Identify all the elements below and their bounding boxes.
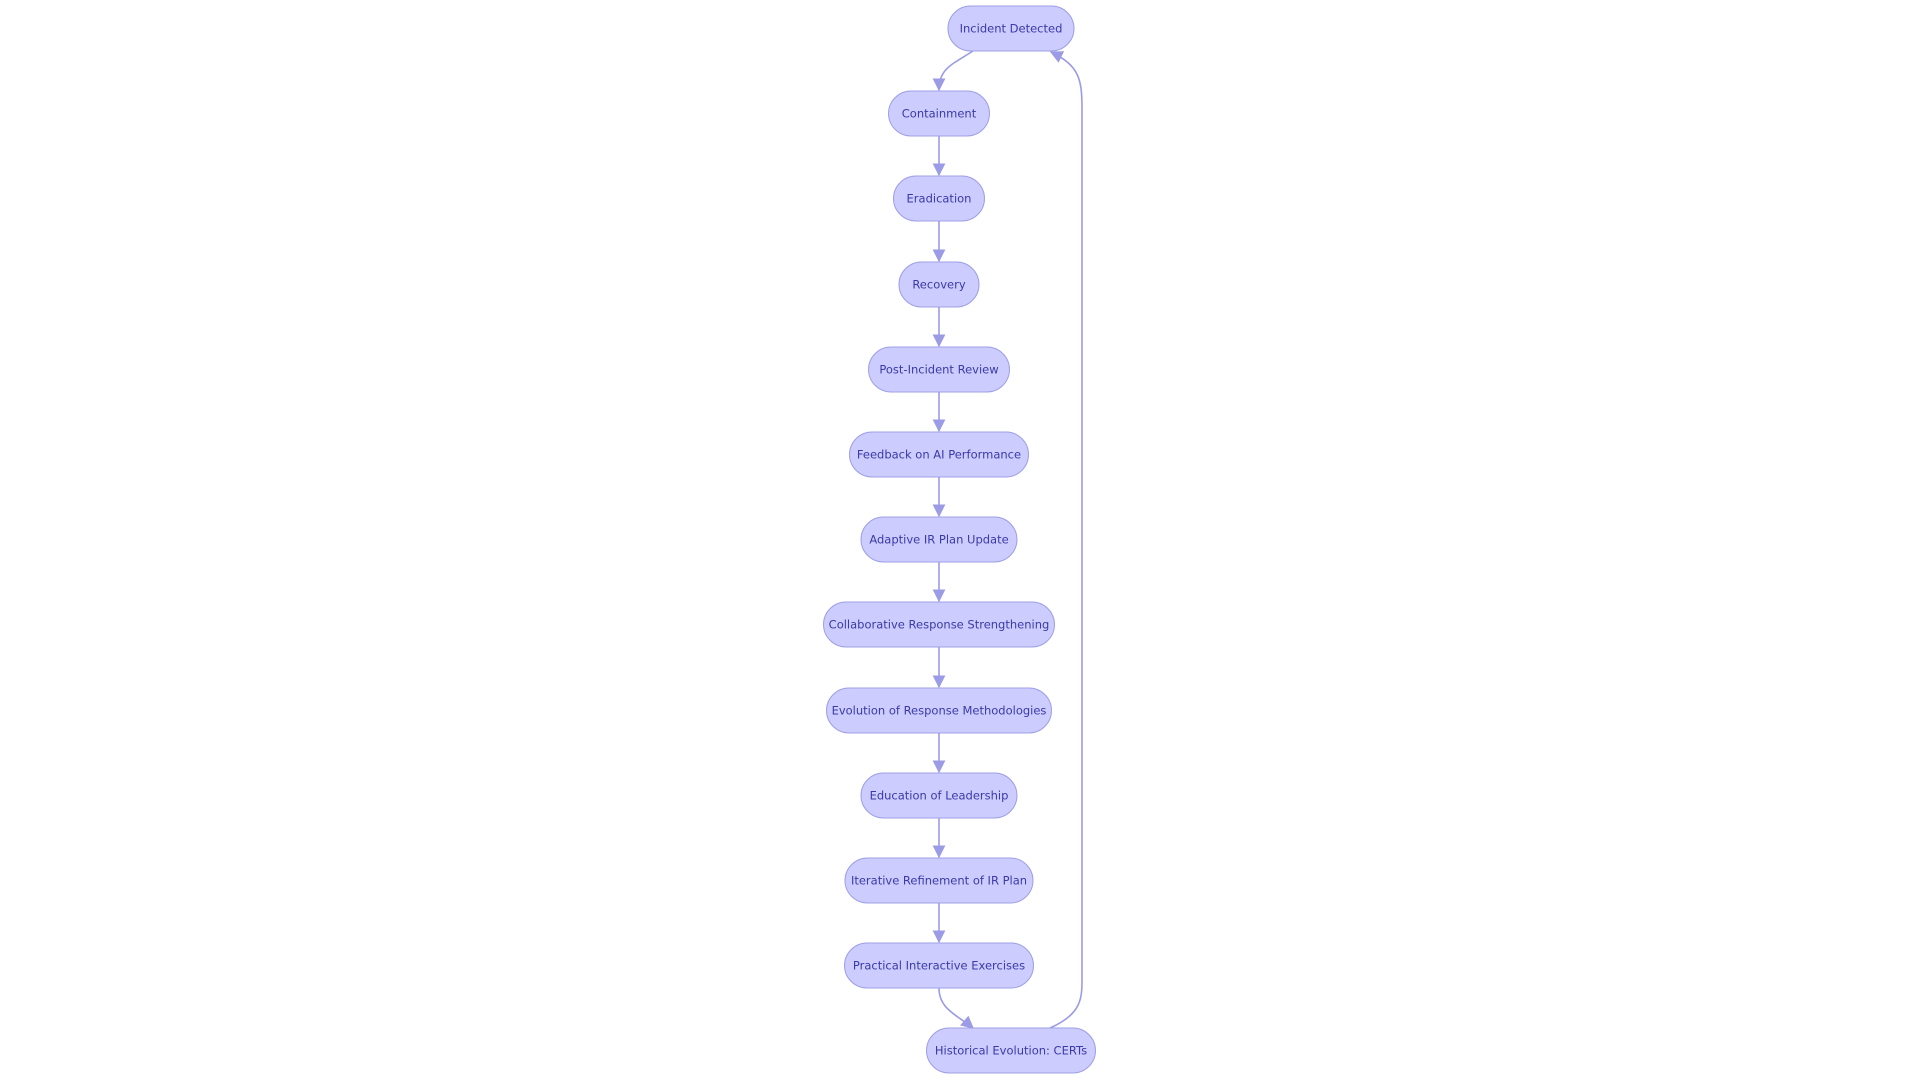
node-label: Historical Evolution: CERTs [935,1044,1087,1058]
node-containment: Containment [888,90,990,137]
node-adaptive-ir-plan-update: Adaptive IR Plan Update [860,516,1018,563]
node-label: Eradication [907,192,972,206]
node-label: Containment [902,107,977,121]
node-post-incident-review: Post-Incident Review [868,346,1010,393]
node-label: Evolution of Response Methodologies [832,704,1047,718]
edge-L-M [938,987,974,1029]
node-collaborative-response-strengthening: Collaborative Response Strengthening [823,601,1055,648]
node-label: Feedback on AI Performance [857,448,1021,462]
node-label: Collaborative Response Strengthening [829,618,1050,632]
node-practical-interactive-exercises: Practical Interactive Exercises [844,942,1034,989]
node-evolution-of-response-methodologies: Evolution of Response Methodologies [826,687,1052,734]
node-label: Recovery [912,278,966,292]
node-feedback-on-ai-performance: Feedback on AI Performance [849,431,1029,478]
edge-A-B [932,50,974,92]
node-label: Iterative Refinement of IR Plan [851,874,1027,888]
node-incident-detected: Incident Detected [947,5,1075,52]
node-label: Adaptive IR Plan Update [869,533,1008,547]
node-recovery: Recovery [898,261,980,308]
node-label: Incident Detected [960,22,1063,36]
node-historical-evolution-certs: Historical Evolution: CERTs [926,1027,1096,1074]
node-iterative-refinement-of-ir-plan: Iterative Refinement of IR Plan [844,857,1034,904]
node-education-of-leadership: Education of Leadership [860,772,1018,819]
edge-M-A [1049,51,1083,1029]
node-label: Education of Leadership [870,789,1009,803]
node-label: Practical Interactive Exercises [853,959,1025,973]
node-eradication: Eradication [893,175,985,222]
node-label: Post-Incident Review [879,363,998,377]
flowchart: Incident Detected Containment Eradication R… [823,5,1096,1074]
